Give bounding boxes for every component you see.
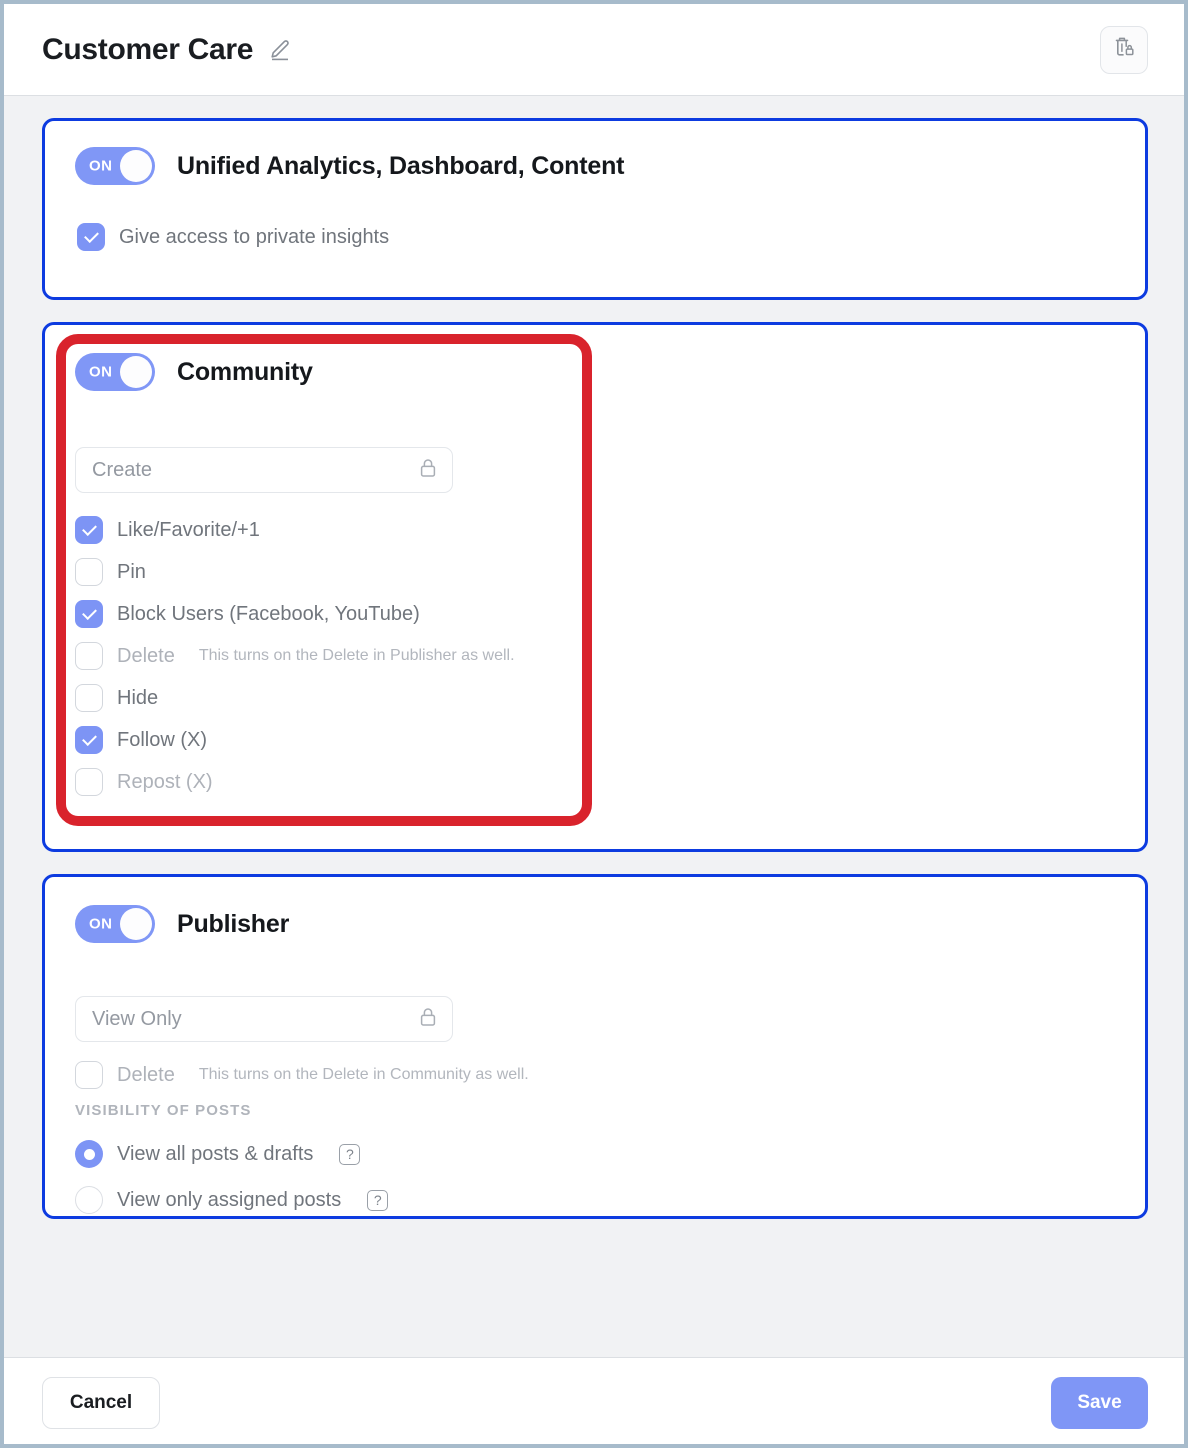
checkbox-pin[interactable] [75, 558, 103, 586]
toggle-state-label: ON [89, 915, 113, 933]
delete-locked-button[interactable] [1100, 25, 1148, 74]
toggle-unified-analytics[interactable]: ON [75, 147, 155, 185]
checkbox-row-hide[interactable]: Hide [75, 677, 1145, 719]
checkbox-hint: This turns on the Delete in Community as… [198, 1066, 529, 1083]
permissions-dialog: Customer Care ON Unified Analytics, Dash… [0, 0, 1188, 1448]
card-header: ON Community [45, 325, 1145, 391]
lock-icon [418, 457, 438, 484]
checkbox-row-delete[interactable]: Delete This turns on the Delete in Publi… [75, 635, 1145, 677]
card-title-community: Community [177, 357, 313, 386]
card-header: ON Publisher [45, 877, 1145, 943]
checkbox-label: Like/Favorite/+1 [117, 518, 260, 541]
lock-icon [418, 1006, 438, 1033]
checkbox-hide[interactable] [75, 684, 103, 712]
dialog-footer: Cancel Save [4, 1357, 1184, 1444]
checkbox-private-insights[interactable] [77, 223, 105, 251]
section-label-visibility: VISIBILITY OF POSTS [75, 1102, 252, 1119]
card-unified-analytics: ON Unified Analytics, Dashboard, Content… [42, 118, 1148, 300]
checkbox-row-private-insights[interactable]: Give access to private insights [45, 185, 1145, 251]
checkbox-delete[interactable] [75, 642, 103, 670]
checkbox-row-follow[interactable]: Follow (X) [75, 719, 1145, 761]
select-value: View Only [92, 1007, 182, 1030]
radio-view-assigned-posts[interactable] [75, 1186, 103, 1214]
checkbox-label: Follow (X) [117, 728, 208, 751]
publisher-permission-select[interactable]: View Only [75, 996, 453, 1042]
radio-row-view-all[interactable]: View all posts & drafts ? [75, 1131, 1145, 1177]
radio-view-all-posts[interactable] [75, 1140, 103, 1168]
toggle-knob [120, 150, 152, 182]
card-community: ON Community Create Like/Favorite/+1 Pin… [42, 322, 1148, 852]
community-checkbox-list: Like/Favorite/+1 Pin Block Users (Facebo… [75, 509, 1145, 803]
radio-label: View only assigned posts [117, 1188, 342, 1211]
dialog-header: Customer Care [4, 4, 1184, 96]
checkbox-label: Delete [117, 1063, 175, 1086]
radio-label: View all posts & drafts [117, 1142, 314, 1165]
checkbox-row-like[interactable]: Like/Favorite/+1 [75, 509, 1145, 551]
checkbox-label: Delete [117, 644, 175, 667]
card-title-unified-analytics: Unified Analytics, Dashboard, Content [177, 151, 625, 180]
title-group: Customer Care [42, 33, 1100, 67]
checkbox-like-favorite[interactable] [75, 516, 103, 544]
trash-lock-icon [1111, 34, 1137, 65]
toggle-knob [120, 908, 152, 940]
checkbox-label: Give access to private insights [119, 225, 390, 248]
radio-row-view-assigned[interactable]: View only assigned posts ? [75, 1177, 1145, 1223]
visibility-radio-group: View all posts & drafts ? View only assi… [75, 1131, 1145, 1223]
toggle-knob [120, 356, 152, 388]
checkbox-label: Hide [117, 686, 159, 709]
pencil-icon[interactable] [267, 37, 293, 63]
checkbox-label: Block Users (Facebook, YouTube) [117, 602, 420, 625]
dialog-body: ON Unified Analytics, Dashboard, Content… [4, 96, 1184, 1357]
checkbox-follow[interactable] [75, 726, 103, 754]
page-title: Customer Care [42, 32, 254, 66]
toggle-publisher[interactable]: ON [75, 905, 155, 943]
checkbox-row-pin[interactable]: Pin [75, 551, 1145, 593]
select-value: Create [92, 458, 153, 481]
checkbox-block-users[interactable] [75, 600, 103, 628]
checkbox-repost[interactable] [75, 768, 103, 796]
checkbox-row-publisher-delete[interactable]: Delete This turns on the Delete in Commu… [75, 1056, 1145, 1094]
checkbox-row-block-users[interactable]: Block Users (Facebook, YouTube) [75, 593, 1145, 635]
toggle-community[interactable]: ON [75, 353, 155, 391]
toggle-state-label: ON [89, 157, 113, 175]
card-publisher: ON Publisher View Only Delete This turns… [42, 874, 1148, 1219]
toggle-state-label: ON [89, 363, 113, 381]
card-header: ON Unified Analytics, Dashboard, Content [45, 121, 1145, 185]
community-permission-select[interactable]: Create [75, 447, 453, 493]
checkbox-row-repost[interactable]: Repost (X) [75, 761, 1145, 803]
checkbox-publisher-delete[interactable] [75, 1061, 103, 1089]
card-title-publisher: Publisher [177, 909, 290, 938]
checkbox-hint: This turns on the Delete in Publisher as… [198, 647, 515, 664]
checkbox-label: Repost (X) [117, 770, 213, 793]
help-icon[interactable]: ? [339, 1143, 361, 1165]
help-icon[interactable]: ? [367, 1189, 389, 1211]
checkbox-label: Pin [117, 560, 146, 583]
save-button[interactable]: Save [1051, 1377, 1148, 1429]
cancel-button[interactable]: Cancel [42, 1377, 160, 1429]
